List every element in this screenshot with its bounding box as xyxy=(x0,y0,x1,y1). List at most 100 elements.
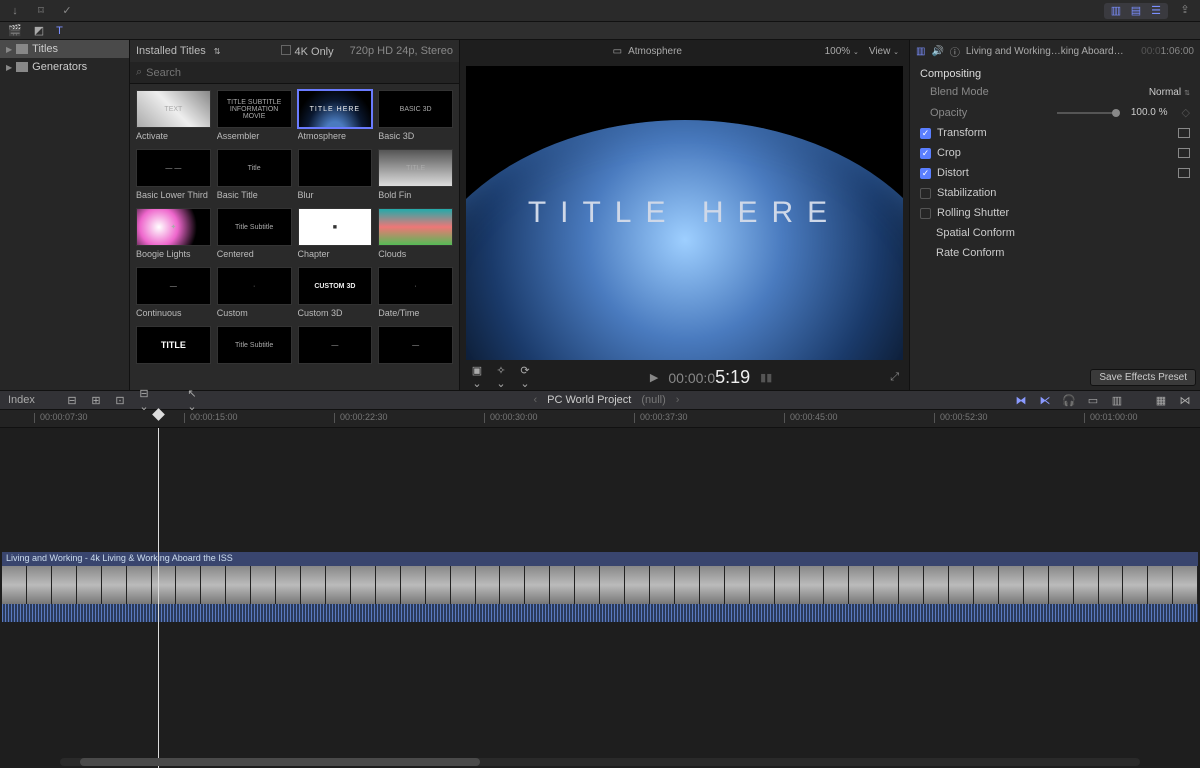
disclosure-triangle-icon[interactable]: ▶ xyxy=(6,45,12,54)
clip-frame xyxy=(201,566,226,604)
inspector-section-row[interactable]: Stabilization xyxy=(910,183,1200,203)
skimming-icon[interactable]: ⧓ xyxy=(1014,394,1028,407)
title-thumb[interactable]: — xyxy=(378,326,453,367)
timeline-ruler[interactable]: 00:00:07:3000:00:15:0000:00:22:3000:00:3… xyxy=(0,410,1200,428)
project-name[interactable]: PC World Project xyxy=(547,394,631,406)
title-thumb[interactable]: TEXTActivate xyxy=(136,90,211,141)
title-thumb[interactable]: CUSTOM 3DCustom 3D xyxy=(298,267,373,318)
import-icon[interactable]: ↓ xyxy=(6,4,24,18)
section-checkbox[interactable] xyxy=(920,168,931,179)
layout-switcher[interactable]: ▥▤☰ xyxy=(1104,3,1168,19)
opacity-value[interactable]: 100.0 % xyxy=(1131,107,1168,118)
clip-frame xyxy=(999,566,1024,604)
timeline-scrollbar[interactable] xyxy=(60,758,1140,766)
view-dropdown[interactable]: View ⌄ xyxy=(869,46,899,57)
sort-icon[interactable]: ⇅ xyxy=(214,47,221,56)
section-checkbox[interactable] xyxy=(920,128,931,139)
keyframe-icon[interactable]: ◇ xyxy=(1182,106,1190,119)
retime-tool-icon[interactable]: ⟳ ⌄ xyxy=(518,364,532,390)
playhead-marker-icon[interactable] xyxy=(153,408,166,421)
disclosure-triangle-icon[interactable]: ▶ xyxy=(6,63,12,72)
title-thumb[interactable]: — xyxy=(298,326,373,367)
section-reset-icon[interactable] xyxy=(1178,168,1190,178)
audio-inspector-icon[interactable]: 🔊 xyxy=(931,46,943,57)
title-thumb[interactable]: TITLE HEREAtmosphere xyxy=(298,90,373,141)
viewer-canvas[interactable]: TITLE HERE xyxy=(466,66,903,360)
spatial-conform-label[interactable]: Spatial Conform xyxy=(936,227,1015,239)
ruler-tick: 00:00:07:30 xyxy=(40,412,88,422)
title-label: Basic 3D xyxy=(378,131,453,141)
sidebar-item-generators[interactable]: ▶ Generators xyxy=(0,58,129,76)
title-thumb[interactable]: BASIC 3DBasic 3D xyxy=(378,90,453,141)
blend-mode-dropdown[interactable]: Normal ⇅ xyxy=(1149,86,1190,98)
transform-tool-icon[interactable]: ▣ ⌄ xyxy=(470,364,484,390)
sidebar-item-titles[interactable]: ▶ Titles xyxy=(0,40,129,58)
solo-icon[interactable]: 🎧 xyxy=(1062,394,1076,407)
keyword-icon[interactable]: ⌑ xyxy=(32,4,50,18)
title-thumb[interactable]: ■Chapter xyxy=(298,208,373,259)
clip-frame xyxy=(725,566,750,604)
title-thumb[interactable]: ·Date/Time xyxy=(378,267,453,318)
format-label: 720p HD 24p, Stereo xyxy=(350,45,453,57)
section-reset-icon[interactable] xyxy=(1178,128,1190,138)
transitions-browser-icon[interactable]: ⋈ xyxy=(1178,394,1192,407)
share-icon[interactable]: ⇪ xyxy=(1176,3,1194,17)
inspector-section-row[interactable]: Crop xyxy=(910,143,1200,163)
section-checkbox[interactable] xyxy=(920,148,931,159)
effects-browser-icon[interactable]: ▦ xyxy=(1154,394,1168,407)
history-back-icon[interactable]: ‹ xyxy=(533,394,537,406)
inspector-section-row[interactable]: Rolling Shutter xyxy=(910,203,1200,223)
section-checkbox[interactable] xyxy=(920,208,931,219)
save-effects-preset-button[interactable]: Save Effects Preset xyxy=(1090,369,1196,386)
rate-conform-label[interactable]: Rate Conform xyxy=(936,247,1004,259)
title-thumb[interactable]: Blur xyxy=(298,149,373,200)
section-reset-icon[interactable] xyxy=(1178,148,1190,158)
play-icon[interactable]: ▶ xyxy=(650,371,658,384)
photos-icon[interactable]: ◩ xyxy=(34,24,44,37)
index-button[interactable]: Index xyxy=(8,394,35,406)
connect-clip-icon[interactable]: ⊟ xyxy=(65,394,79,407)
ruler-tick: 00:00:22:30 xyxy=(340,412,388,422)
audio-skim-icon[interactable]: ⧔ xyxy=(1038,394,1052,407)
titles-generators-icon[interactable]: T xyxy=(56,25,63,37)
snap-icon[interactable]: ▭ xyxy=(1086,394,1100,407)
audio-meter-icon[interactable]: ▮▮ xyxy=(760,371,772,384)
clip-appearance-icon[interactable]: ▥ xyxy=(1110,394,1124,407)
enhance-tool-icon[interactable]: ✧ ⌄ xyxy=(494,364,508,390)
title-thumb[interactable]: ·Custom xyxy=(217,267,292,318)
title-thumb[interactable]: TITLE SUBTITLE INFORMATION MOVIEAssemble… xyxy=(217,90,292,141)
history-fwd-icon[interactable]: › xyxy=(676,394,680,406)
video-clip-strip[interactable] xyxy=(2,566,1198,604)
video-inspector-icon[interactable]: ▥ xyxy=(916,46,925,57)
title-thumb[interactable]: TITLE xyxy=(136,326,211,367)
title-thumb[interactable]: ✦Boogie Lights xyxy=(136,208,211,259)
title-thumb[interactable]: — —Basic Lower Third xyxy=(136,149,211,200)
title-thumb[interactable]: TitleBasic Title xyxy=(217,149,292,200)
title-thumb[interactable]: Title Subtitle xyxy=(217,326,292,367)
inspector-section-row[interactable]: Distort xyxy=(910,163,1200,183)
zoom-dropdown[interactable]: 100% ⌄ xyxy=(825,46,859,57)
title-thumb[interactable]: TITLEBold Fin xyxy=(378,149,453,200)
background-tasks-icon[interactable]: ✓ xyxy=(58,4,76,18)
title-label: Boogie Lights xyxy=(136,249,211,259)
timeline[interactable]: Living and Working - 4k Living & Working… xyxy=(0,428,1200,768)
insert-clip-icon[interactable]: ⊞ xyxy=(89,394,103,407)
scrollbar-thumb[interactable] xyxy=(80,758,480,766)
library-icon[interactable]: 🎬 xyxy=(8,24,22,37)
title-thumb[interactable]: Title SubtitleCentered xyxy=(217,208,292,259)
audio-waveform[interactable] xyxy=(2,604,1198,622)
playhead[interactable] xyxy=(158,428,159,768)
inspector-section-row[interactable]: Transform xyxy=(910,123,1200,143)
search-input[interactable] xyxy=(146,67,453,79)
title-thumb[interactable]: —Continuous xyxy=(136,267,211,318)
append-clip-icon[interactable]: ⊡ xyxy=(113,394,127,407)
fullscreen-icon[interactable]: ⤢ xyxy=(890,371,899,384)
clip-frame xyxy=(351,566,376,604)
browser-header[interactable]: Installed Titles xyxy=(136,45,206,57)
info-inspector-icon[interactable]: ⓘ xyxy=(950,44,960,59)
opacity-slider[interactable] xyxy=(1057,112,1117,114)
title-thumb[interactable]: Clouds xyxy=(378,208,453,259)
clip-frame xyxy=(675,566,700,604)
section-checkbox[interactable] xyxy=(920,188,931,199)
4k-only-toggle[interactable]: 4K Only xyxy=(281,45,334,58)
